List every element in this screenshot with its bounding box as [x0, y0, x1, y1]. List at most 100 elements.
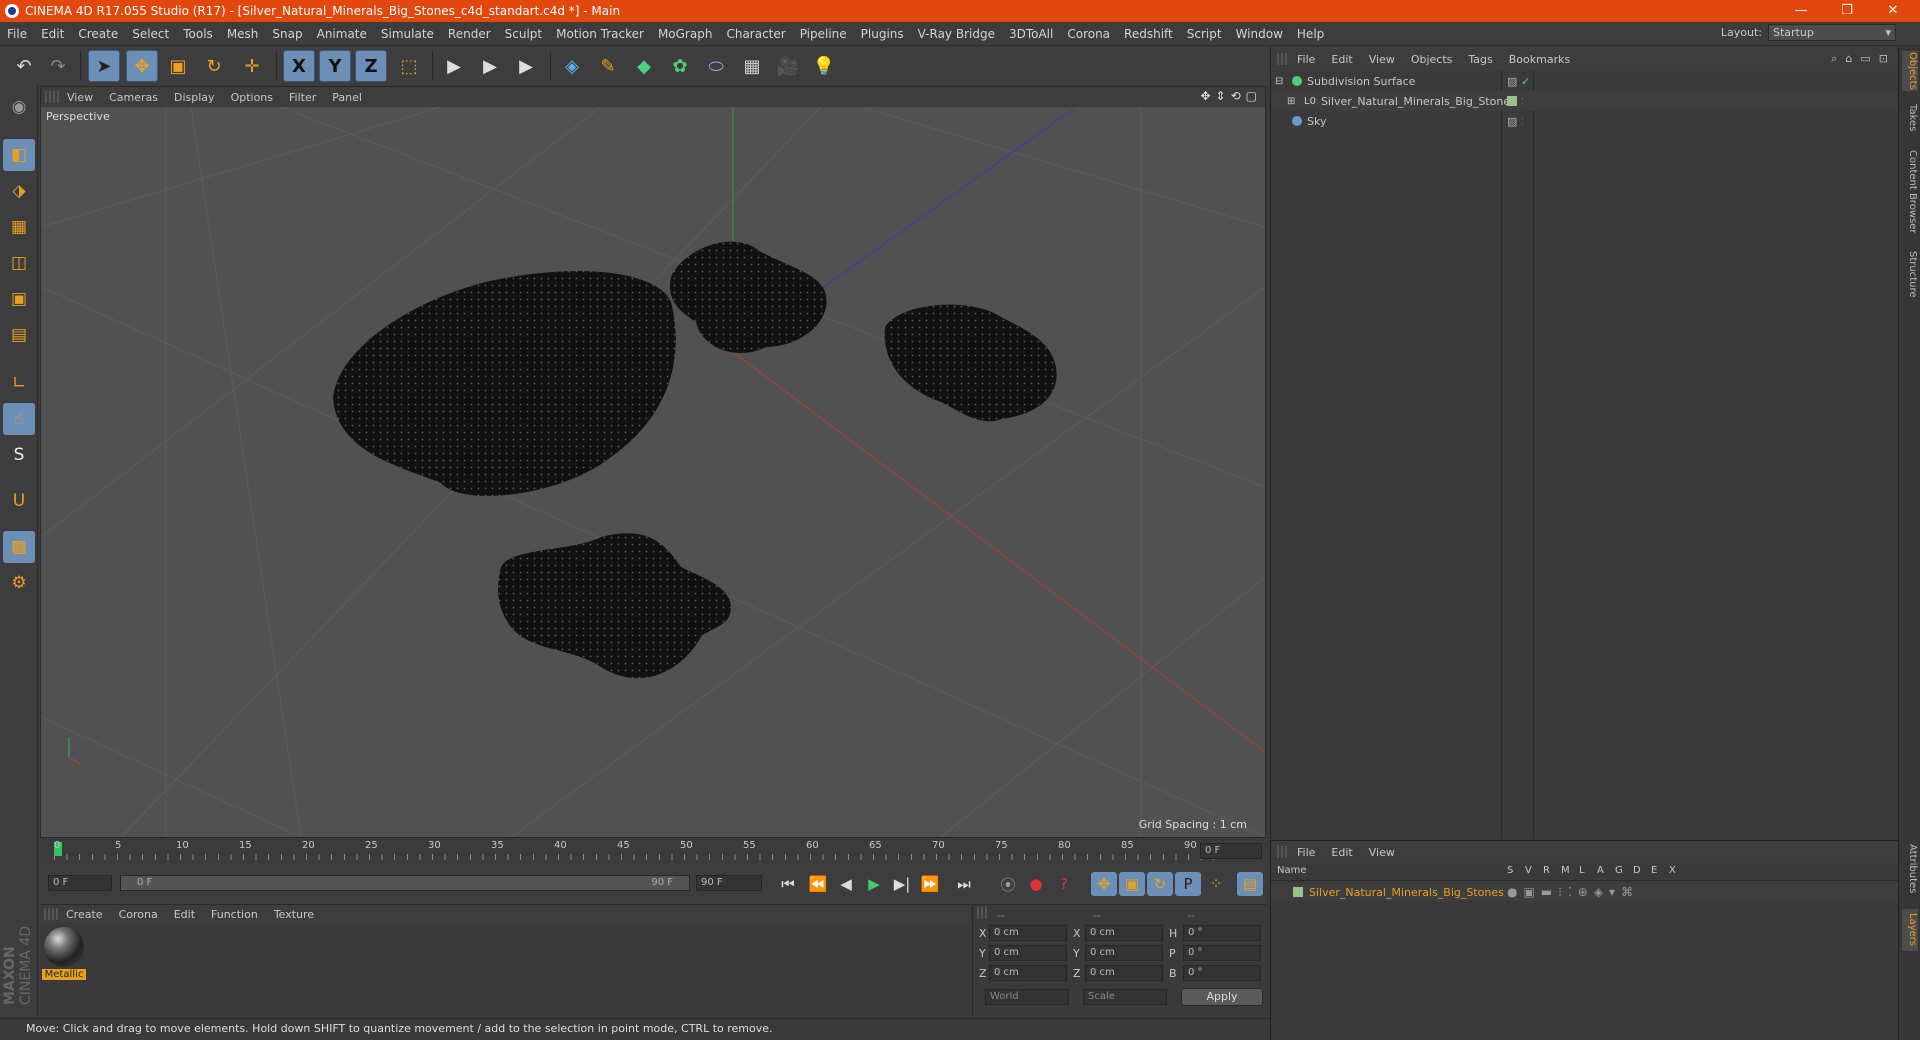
mograph-cloner-icon[interactable]: ✿: [664, 50, 696, 82]
om-menu-view[interactable]: View: [1361, 53, 1403, 66]
object-name[interactable]: Subdivision Surface: [1307, 75, 1415, 88]
autokey-icon[interactable]: ?: [1051, 872, 1077, 896]
light-icon[interactable]: 💡: [808, 50, 840, 82]
y-axis-lock-icon[interactable]: Y: [319, 50, 351, 82]
undo-icon[interactable]: ↶: [8, 50, 40, 82]
next-key-icon[interactable]: ⏩: [917, 872, 943, 896]
layout-dropdown[interactable]: Startup: [1768, 24, 1896, 41]
stone-top[interactable]: [670, 241, 827, 353]
menu-3dtoall[interactable]: 3DToAll: [1002, 27, 1060, 41]
edit-toggle-icon[interactable]: ▨: [1507, 75, 1517, 88]
start-frame-field[interactable]: 0 F: [48, 875, 112, 891]
menu-render[interactable]: Render: [441, 27, 498, 41]
render-picture-viewer-icon[interactable]: ▶: [474, 50, 506, 82]
prev-key-icon[interactable]: ⏪: [805, 872, 831, 896]
tab-layers[interactable]: Layers: [1902, 909, 1918, 951]
menu-vray-bridge[interactable]: V-Ray Bridge: [911, 27, 1002, 41]
camera-icon[interactable]: 🎥: [772, 50, 804, 82]
menu-corona[interactable]: Corona: [1060, 27, 1117, 41]
menu-plugins[interactable]: Plugins: [854, 27, 911, 41]
workplane-lock-icon[interactable]: ▩: [3, 531, 35, 563]
menu-motion-tracker[interactable]: Motion Tracker: [549, 27, 651, 41]
edit-toggle-icon[interactable]: ▨: [1507, 115, 1517, 128]
snap-magnet-icon[interactable]: U: [3, 485, 35, 517]
viewport-menu-cameras[interactable]: Cameras: [101, 91, 166, 104]
perspective-viewport[interactable]: Perspective Grid Spacing : 1 cm: [41, 107, 1265, 837]
menu-animate[interactable]: Animate: [310, 27, 374, 41]
key-position-icon[interactable]: ✥: [1091, 872, 1117, 896]
coord-size-mode-dropdown[interactable]: Scale: [1083, 989, 1167, 1005]
visibility-dots-icon[interactable]: ⁚: [1521, 117, 1524, 126]
tab-objects[interactable]: Objects: [1902, 51, 1918, 91]
viewport-move-icon[interactable]: ✥: [1200, 89, 1210, 103]
motion-record-icon[interactable]: ⦿: [995, 872, 1021, 896]
material-menu-corona[interactable]: Corona: [111, 908, 166, 921]
object-name[interactable]: Sky: [1307, 115, 1326, 128]
coord-pos-x-field[interactable]: 0 cm: [989, 925, 1067, 941]
key-scale-icon[interactable]: ▣: [1119, 872, 1145, 896]
cube-primitive-icon[interactable]: ◈: [556, 50, 588, 82]
workplane-mode-icon[interactable]: ▦: [3, 211, 35, 243]
current-frame-field[interactable]: 0 F: [1200, 843, 1262, 859]
spline-pen-icon[interactable]: ✎: [592, 50, 624, 82]
subdivision-icon[interactable]: ◆: [628, 50, 660, 82]
layer-flags-icons[interactable]: ●▣▬⁝⁚⊕◈▾⌘: [1507, 885, 1639, 899]
menu-window[interactable]: Window: [1229, 27, 1290, 41]
minimize-button[interactable]: —: [1778, 0, 1824, 22]
end-frame-field[interactable]: 90 F: [696, 875, 762, 891]
move-tool-icon[interactable]: ✥: [126, 50, 158, 82]
record-keys-icon[interactable]: ●: [1023, 872, 1049, 896]
material-name[interactable]: Metallic: [42, 969, 86, 980]
select-tool-icon[interactable]: ➤: [88, 50, 120, 82]
tab-structure[interactable]: Structure: [1902, 247, 1918, 301]
menu-pipeline[interactable]: Pipeline: [793, 27, 854, 41]
layer-row[interactable]: Silver_Natural_Minerals_Big_Stones ●▣▬⁝⁚…: [1271, 883, 1898, 901]
locked-workplane-icon[interactable]: ⚙: [3, 567, 35, 599]
deformer-icon[interactable]: ⬭: [700, 50, 732, 82]
render-settings-icon[interactable]: ▶: [510, 50, 542, 82]
viewport-menu-filter[interactable]: Filter: [281, 91, 324, 104]
viewport-menu-display[interactable]: Display: [166, 91, 223, 104]
home-icon[interactable]: ⌂: [1845, 52, 1852, 66]
tab-content-browser[interactable]: Content Browser: [1902, 145, 1918, 239]
floor-icon[interactable]: ▦: [736, 50, 768, 82]
object-row-sky[interactable]: Sky ▨ ⁚: [1271, 111, 1898, 131]
coord-size-x-field[interactable]: 0 cm: [1085, 925, 1163, 941]
menu-snap[interactable]: Snap: [265, 27, 309, 41]
viewport-menu-panel[interactable]: Panel: [324, 91, 370, 104]
om-menu-tags[interactable]: Tags: [1460, 53, 1500, 66]
texture-mode-icon[interactable]: ⬗: [3, 175, 35, 207]
go-to-end-icon[interactable]: ⏭: [951, 872, 977, 896]
om-menu-file[interactable]: File: [1289, 53, 1323, 66]
solo-mode-icon[interactable]: S: [3, 439, 35, 471]
menu-create[interactable]: Create: [71, 27, 125, 41]
search-icon[interactable]: ⌕: [1831, 52, 1837, 66]
viewport-rotate-icon[interactable]: ⟲: [1231, 89, 1241, 103]
layer-menu-view[interactable]: View: [1361, 846, 1403, 859]
object-row-stones[interactable]: ⊞ L0 Silver_Natural_Minerals_Big_Stones …: [1271, 91, 1898, 111]
om-menu-objects[interactable]: Objects: [1403, 53, 1461, 66]
visibility-dots-icon[interactable]: ⁚: [1521, 97, 1524, 106]
coord-rot-b-field[interactable]: 0 °: [1183, 965, 1261, 981]
object-name[interactable]: Silver_Natural_Minerals_Big_Stones: [1321, 95, 1516, 108]
menu-script[interactable]: Script: [1180, 27, 1229, 41]
timeline-window-icon[interactable]: ▤: [1237, 872, 1263, 896]
collapse-icon[interactable]: ⊟: [1275, 76, 1287, 87]
stone-bottom[interactable]: [498, 533, 731, 679]
coord-rot-h-field[interactable]: 0 °: [1183, 925, 1261, 941]
axis-mode-icon[interactable]: ∟: [3, 367, 35, 399]
menu-help[interactable]: Help: [1290, 27, 1331, 41]
material-swatch[interactable]: Metallic: [42, 927, 86, 989]
edges-mode-icon[interactable]: ▣: [3, 283, 35, 315]
scale-tool-icon[interactable]: ▣: [162, 50, 194, 82]
material-menu-function[interactable]: Function: [203, 908, 266, 921]
om-menu-edit[interactable]: Edit: [1323, 53, 1360, 66]
material-menu-edit[interactable]: Edit: [166, 908, 203, 921]
x-axis-lock-icon[interactable]: X: [283, 50, 315, 82]
enabled-check-icon[interactable]: ✓: [1521, 75, 1530, 88]
menu-simulate[interactable]: Simulate: [374, 27, 441, 41]
menu-edit[interactable]: Edit: [34, 27, 71, 41]
expand-icon[interactable]: ⊡: [1879, 52, 1888, 66]
render-view-icon[interactable]: ▶: [438, 50, 470, 82]
layer-color-swatch[interactable]: [1293, 887, 1303, 897]
